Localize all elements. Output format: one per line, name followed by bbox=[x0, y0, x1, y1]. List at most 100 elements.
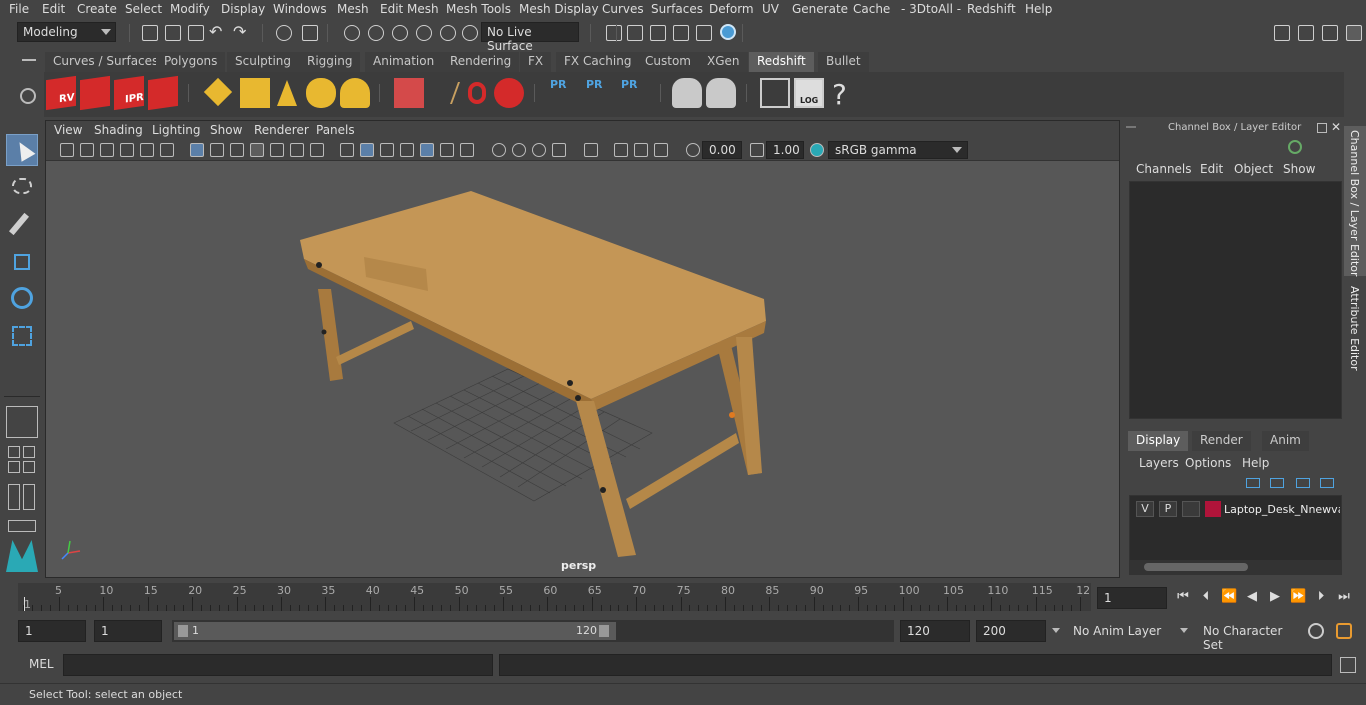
redo-icon[interactable]: ↷ bbox=[233, 22, 246, 41]
smooth-shade-icon[interactable] bbox=[360, 143, 374, 157]
layer-display-type-toggle[interactable] bbox=[1182, 501, 1200, 517]
layer-color-swatch[interactable] bbox=[1205, 501, 1221, 517]
redshift-spot-light-icon[interactable] bbox=[272, 78, 302, 108]
render-sequence-icon[interactable] bbox=[650, 25, 666, 41]
menu-mesh[interactable]: Mesh bbox=[337, 2, 369, 16]
bake-icon-1[interactable] bbox=[672, 78, 702, 108]
playback-options-icon[interactable] bbox=[1336, 623, 1352, 639]
menu-edit-mesh[interactable]: Edit Mesh bbox=[380, 2, 439, 16]
snap-live-icon[interactable] bbox=[462, 25, 478, 41]
layer-menu-help[interactable]: Help bbox=[1242, 456, 1269, 470]
attribute-editor-toggle-icon[interactable] bbox=[1298, 25, 1314, 41]
undo-icon[interactable]: ↶ bbox=[209, 22, 222, 41]
menu-windows[interactable]: Windows bbox=[273, 2, 327, 16]
range-track[interactable]: 1 120 bbox=[172, 620, 894, 642]
step-forward-frame-icon[interactable]: ⏵ bbox=[1313, 589, 1329, 605]
grid-icon[interactable] bbox=[190, 143, 204, 157]
tab-redshift[interactable]: Redshift bbox=[749, 52, 814, 72]
menu-deform[interactable]: Deform bbox=[709, 2, 754, 16]
paint-select-tool-icon[interactable] bbox=[6, 208, 38, 240]
redshift-sphere-icon[interactable] bbox=[494, 78, 524, 108]
xray-components-icon[interactable] bbox=[654, 143, 668, 157]
menu-generate[interactable]: Generate bbox=[792, 2, 848, 16]
exposure-icon[interactable] bbox=[686, 143, 700, 157]
new-layer-icon[interactable] bbox=[1296, 478, 1310, 488]
help-icon[interactable]: ? bbox=[832, 78, 862, 111]
snap-curve-icon[interactable] bbox=[368, 25, 384, 41]
menu-uv[interactable]: UV bbox=[762, 2, 779, 16]
menu-help[interactable]: Help bbox=[1025, 2, 1052, 16]
menu-mesh-display[interactable]: Mesh Display bbox=[519, 2, 599, 16]
gamma-field[interactable]: 1.00 bbox=[766, 141, 804, 159]
layer-row[interactable]: V P Laptop_Desk_Nnewvar bbox=[1130, 496, 1341, 522]
two-d-pan-icon[interactable] bbox=[140, 143, 154, 157]
vp-menu-panels[interactable]: Panels bbox=[316, 123, 355, 137]
tab-fx[interactable]: FX bbox=[520, 52, 552, 72]
tab-fx-caching[interactable]: FX Caching bbox=[556, 52, 640, 72]
snap-surface-icon[interactable] bbox=[440, 25, 456, 41]
snap-grid-icon[interactable] bbox=[344, 25, 360, 41]
menu-redshift[interactable]: Redshift bbox=[967, 2, 1016, 16]
redshift-portal-light-icon[interactable] bbox=[240, 78, 270, 108]
redshift-pr-icon-2[interactable]: PR bbox=[586, 78, 616, 108]
lasso-tool-icon[interactable] bbox=[6, 172, 38, 204]
exposure-field[interactable]: 0.00 bbox=[702, 141, 742, 159]
tab-channel-box-layer-editor[interactable]: Channel Box / Layer Editor bbox=[1344, 126, 1366, 277]
menu-surfaces[interactable]: Surfaces bbox=[651, 2, 703, 16]
vp-menu-view[interactable]: View bbox=[54, 123, 82, 137]
bake-icon-2[interactable] bbox=[706, 78, 736, 108]
viewport-persp[interactable]: View Shading Lighting Show Renderer Pane… bbox=[45, 120, 1120, 578]
side-by-side-layout-icon[interactable] bbox=[6, 482, 38, 514]
redshift-ipr-icon[interactable]: IPR bbox=[114, 75, 144, 111]
menu-modify[interactable]: Modify bbox=[170, 2, 210, 16]
log-icon[interactable]: LOG bbox=[794, 78, 824, 108]
resolution-gate-icon[interactable] bbox=[230, 143, 244, 157]
menu-3dtoall[interactable]: - 3DtoAll - bbox=[901, 2, 961, 16]
tab-attribute-editor[interactable]: Attribute Editor bbox=[1344, 282, 1366, 382]
current-frame-field[interactable]: 1 bbox=[1097, 587, 1167, 609]
scrollbar-thumb[interactable] bbox=[1144, 563, 1248, 571]
animation-start-field[interactable]: 1 bbox=[18, 620, 86, 642]
float-panel-icon[interactable] bbox=[1317, 123, 1327, 133]
snap-point-icon[interactable] bbox=[392, 25, 408, 41]
redshift-dome-light-icon[interactable] bbox=[306, 78, 336, 108]
step-back-key-icon[interactable]: ⏪ bbox=[1221, 589, 1237, 605]
gamma-icon[interactable] bbox=[750, 143, 764, 157]
use-lights-icon[interactable] bbox=[440, 143, 454, 157]
vp-menu-shading[interactable]: Shading bbox=[94, 123, 143, 137]
open-scene-icon[interactable] bbox=[165, 25, 181, 41]
layer-menu-options[interactable]: Options bbox=[1185, 456, 1231, 470]
playback-end-field[interactable]: 120 bbox=[900, 620, 970, 642]
xray-joints-icon[interactable] bbox=[634, 143, 648, 157]
depth-of-field-icon[interactable] bbox=[552, 143, 566, 157]
tab-layer-render[interactable]: Render bbox=[1192, 431, 1251, 451]
hypershade-icon[interactable] bbox=[720, 24, 736, 40]
anti-aliasing-icon[interactable] bbox=[532, 143, 546, 157]
single-pane-layout-icon[interactable] bbox=[6, 406, 38, 438]
redshift-pr-icon-1[interactable]: PR bbox=[550, 78, 580, 108]
wireframe-on-shaded-icon[interactable] bbox=[400, 143, 414, 157]
playback-start-field[interactable]: 1 bbox=[94, 620, 162, 642]
channel-box-toggle-icon[interactable] bbox=[1346, 25, 1362, 41]
menu-cache[interactable]: Cache bbox=[853, 2, 890, 16]
redshift-render-view-icon[interactable]: RV bbox=[46, 75, 76, 111]
shelf-menu-icon[interactable] bbox=[22, 59, 36, 61]
redshift-hair-icon[interactable] bbox=[427, 78, 461, 108]
menu-display[interactable]: Display bbox=[221, 2, 265, 16]
character-set-dropdown[interactable]: No Character Set bbox=[1196, 620, 1298, 652]
layer-scrollbar[interactable] bbox=[1130, 560, 1341, 574]
tab-curves-surfaces[interactable]: Curves / Surfaces bbox=[45, 52, 167, 72]
redshift-batch-render-icon[interactable] bbox=[80, 75, 110, 111]
close-icon[interactable]: ✕ bbox=[1331, 120, 1341, 134]
tab-xgen[interactable]: XGen bbox=[699, 52, 748, 72]
vp-menu-show[interactable]: Show bbox=[210, 123, 242, 137]
image-plane-icon[interactable] bbox=[120, 143, 134, 157]
mode-dropdown[interactable]: Modeling bbox=[17, 22, 116, 42]
command-input[interactable] bbox=[63, 654, 493, 676]
tab-rigging[interactable]: Rigging bbox=[299, 52, 361, 72]
range-end-handle[interactable] bbox=[599, 625, 609, 637]
anim-layer-dropdown[interactable]: No Anim Layer bbox=[1066, 620, 1172, 642]
go-to-start-icon[interactable]: ⏮ bbox=[1175, 589, 1191, 605]
range-start-handle[interactable] bbox=[178, 625, 188, 637]
cb-menu-edit[interactable]: Edit bbox=[1200, 162, 1223, 176]
